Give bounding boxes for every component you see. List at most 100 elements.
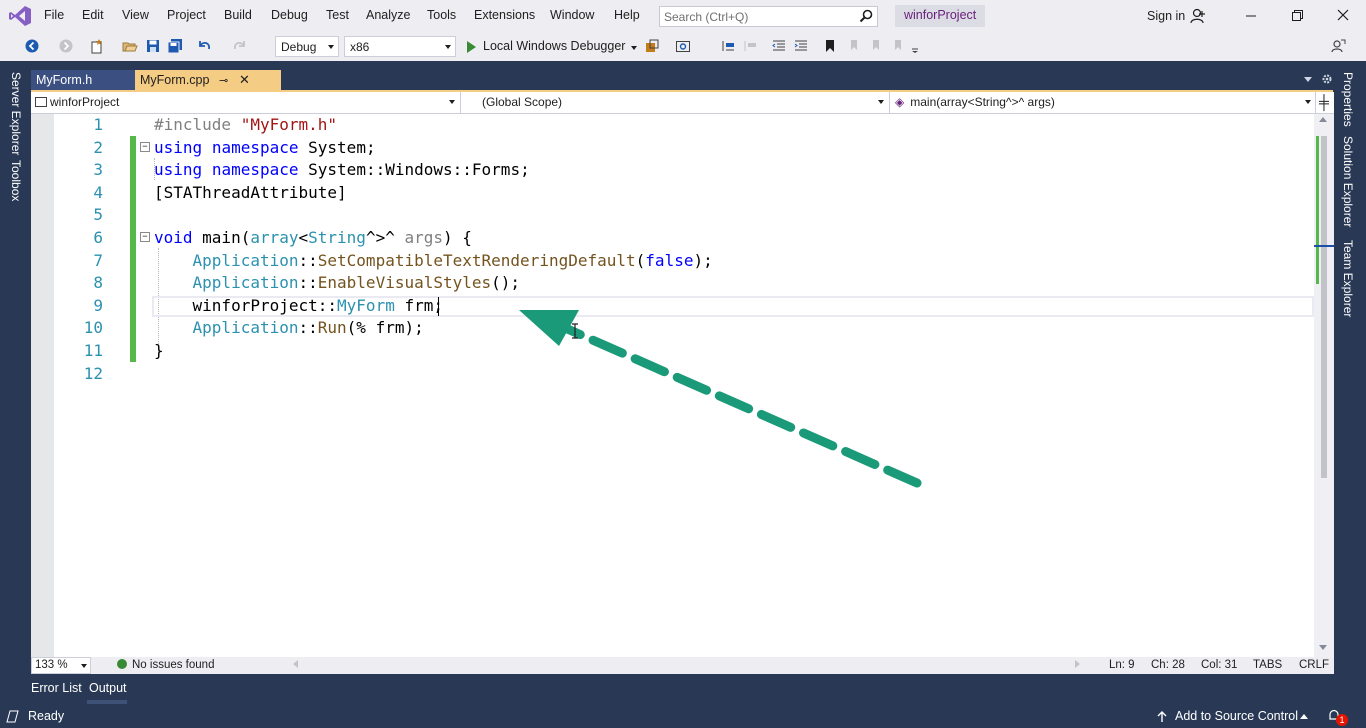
visual-studio-logo-icon[interactable] <box>8 5 32 27</box>
code-line: void main(array<String^>^ args) { <box>154 228 472 247</box>
step-icon[interactable] <box>720 38 736 54</box>
toolbar-overflow-icon[interactable] <box>909 38 925 54</box>
menu-window[interactable]: Window <box>550 8 594 22</box>
clear-bookmarks-icon[interactable] <box>889 38 905 54</box>
collapse-icon[interactable]: − <box>140 232 150 242</box>
close-icon[interactable] <box>1336 8 1350 22</box>
process-icon[interactable] <box>644 38 660 54</box>
solution-configuration-dropdown[interactable]: Debug <box>275 36 339 57</box>
collapse-icon[interactable]: − <box>140 142 150 152</box>
menu-build[interactable]: Build <box>224 8 252 22</box>
tab-error-list[interactable]: Error List <box>31 681 82 695</box>
solution-platform-dropdown[interactable]: x86 <box>344 36 456 57</box>
properties-tab[interactable]: Properties <box>1341 72 1355 127</box>
scope-value: (Global Scope) <box>482 95 563 109</box>
bookmark-icon[interactable] <box>822 38 838 54</box>
add-to-source-control-button[interactable]: Add to Source Control <box>1175 709 1298 723</box>
project-dropdown[interactable]: winforProject <box>35 92 457 113</box>
arrow-up-icon <box>1157 711 1167 722</box>
title-menu-bar: File Edit View Project Build Debug Test … <box>0 0 1366 32</box>
vertical-scrollbar[interactable] <box>1314 114 1334 657</box>
back-icon[interactable] <box>24 38 40 54</box>
tab-list-dropdown-icon[interactable] <box>1304 77 1312 82</box>
search-input[interactable]: Search (Ctrl+Q) <box>659 6 878 27</box>
menu-tools[interactable]: Tools <box>427 8 456 22</box>
line-indicator: Ln: 9 <box>1109 659 1135 671</box>
member-dropdown[interactable]: ◈ main(array<String^>^ args) <box>895 92 1313 113</box>
code-line: winforProject::MyForm frm; <box>154 296 443 315</box>
save-icon[interactable] <box>145 38 161 54</box>
line-number: 1 <box>93 115 103 134</box>
scroll-down-icon[interactable] <box>1319 645 1327 650</box>
new-project-icon[interactable] <box>89 38 105 54</box>
menu-debug[interactable]: Debug <box>271 8 308 22</box>
status-bar: Ready Add to Source Control 1 <box>0 704 1366 728</box>
char-indicator: Ch: 28 <box>1151 659 1185 671</box>
menu-edit[interactable]: Edit <box>82 8 104 22</box>
step-out-icon[interactable] <box>742 38 758 54</box>
zoom-dropdown[interactable]: 133 % <box>31 657 91 674</box>
undo-icon[interactable] <box>196 38 212 54</box>
chevron-down-icon <box>81 664 87 668</box>
menu-file[interactable]: File <box>44 8 64 22</box>
close-tab-icon[interactable]: ✕ <box>239 72 250 88</box>
toolbox-tab[interactable]: Toolbox <box>9 160 23 201</box>
menu-project[interactable]: Project <box>167 8 206 22</box>
split-window-icon[interactable]: ╪ <box>1319 94 1329 110</box>
issues-indicator[interactable]: No issues found <box>117 659 214 671</box>
menu-analyze[interactable]: Analyze <box>366 8 410 22</box>
server-explorer-tab[interactable]: Server Explorer <box>9 72 23 155</box>
redo-icon[interactable] <box>232 38 248 54</box>
start-debugging-button[interactable]: Local Windows Debugger <box>463 36 638 57</box>
solution-explorer-tab[interactable]: Solution Explorer <box>1341 136 1355 227</box>
line-number: 7 <box>93 251 103 270</box>
tab-output[interactable]: Output <box>89 681 127 695</box>
menu-view[interactable]: View <box>122 8 149 22</box>
scroll-left-icon[interactable] <box>293 660 298 668</box>
next-bookmark-icon[interactable] <box>867 38 883 54</box>
menu-extensions[interactable]: Extensions <box>474 8 535 22</box>
live-share-icon[interactable] <box>1330 38 1346 54</box>
notification-pane-icon[interactable] <box>6 710 19 723</box>
member-value: main(array<String^>^ args) <box>910 95 1055 109</box>
previous-bookmark-icon[interactable] <box>845 38 861 54</box>
save-all-icon[interactable] <box>167 38 183 54</box>
issues-text: No issues found <box>132 659 215 671</box>
play-icon <box>467 41 476 53</box>
chevron-down-icon[interactable] <box>631 46 638 50</box>
sign-in-link[interactable]: Sign in <box>1147 9 1185 23</box>
minimize-icon[interactable] <box>1244 8 1258 22</box>
outdent-icon[interactable] <box>771 38 787 54</box>
scroll-up-icon[interactable] <box>1319 117 1327 122</box>
chevron-up-icon[interactable] <box>1300 714 1308 719</box>
line-number: 9 <box>93 296 103 315</box>
menu-help[interactable]: Help <box>614 8 640 22</box>
scrollbar-thumb[interactable] <box>1321 136 1327 478</box>
gear-icon[interactable] <box>1321 73 1333 85</box>
chevron-down-icon <box>445 45 451 49</box>
line-ending-indicator[interactable]: CRLF <box>1299 659 1329 671</box>
navigation-bar: winforProject (Global Scope) ◈ main(array… <box>31 92 1334 114</box>
configuration-value: Debug <box>281 40 317 54</box>
divider <box>460 92 461 114</box>
browser-link-icon[interactable] <box>675 38 691 54</box>
project-value: winforProject <box>50 95 120 109</box>
code-line: } <box>154 341 164 360</box>
scope-dropdown[interactable]: (Global Scope) <box>482 92 886 113</box>
notification-count-badge: 1 <box>1336 714 1348 726</box>
account-icon[interactable] <box>1190 8 1206 24</box>
tabs-indicator[interactable]: TABS <box>1253 659 1282 671</box>
open-file-icon[interactable] <box>122 38 138 54</box>
indent-icon[interactable] <box>793 38 809 54</box>
scroll-right-icon[interactable] <box>1075 660 1080 668</box>
menu-test[interactable]: Test <box>326 8 349 22</box>
team-explorer-tab[interactable]: Team Explorer <box>1341 240 1355 317</box>
code-line: using namespace System::Windows::Forms; <box>154 160 530 179</box>
tab-label: MyForm.cpp <box>140 73 210 87</box>
tab-myform-cpp[interactable]: MyForm.cpp ⊸ ✕ <box>135 70 281 92</box>
forward-icon[interactable] <box>58 38 74 54</box>
tab-myform-h[interactable]: MyForm.h <box>31 70 135 92</box>
pin-icon[interactable]: ⊸ <box>219 74 228 87</box>
restore-icon[interactable] <box>1290 8 1304 22</box>
code-line: [STAThreadAttribute] <box>154 183 347 202</box>
